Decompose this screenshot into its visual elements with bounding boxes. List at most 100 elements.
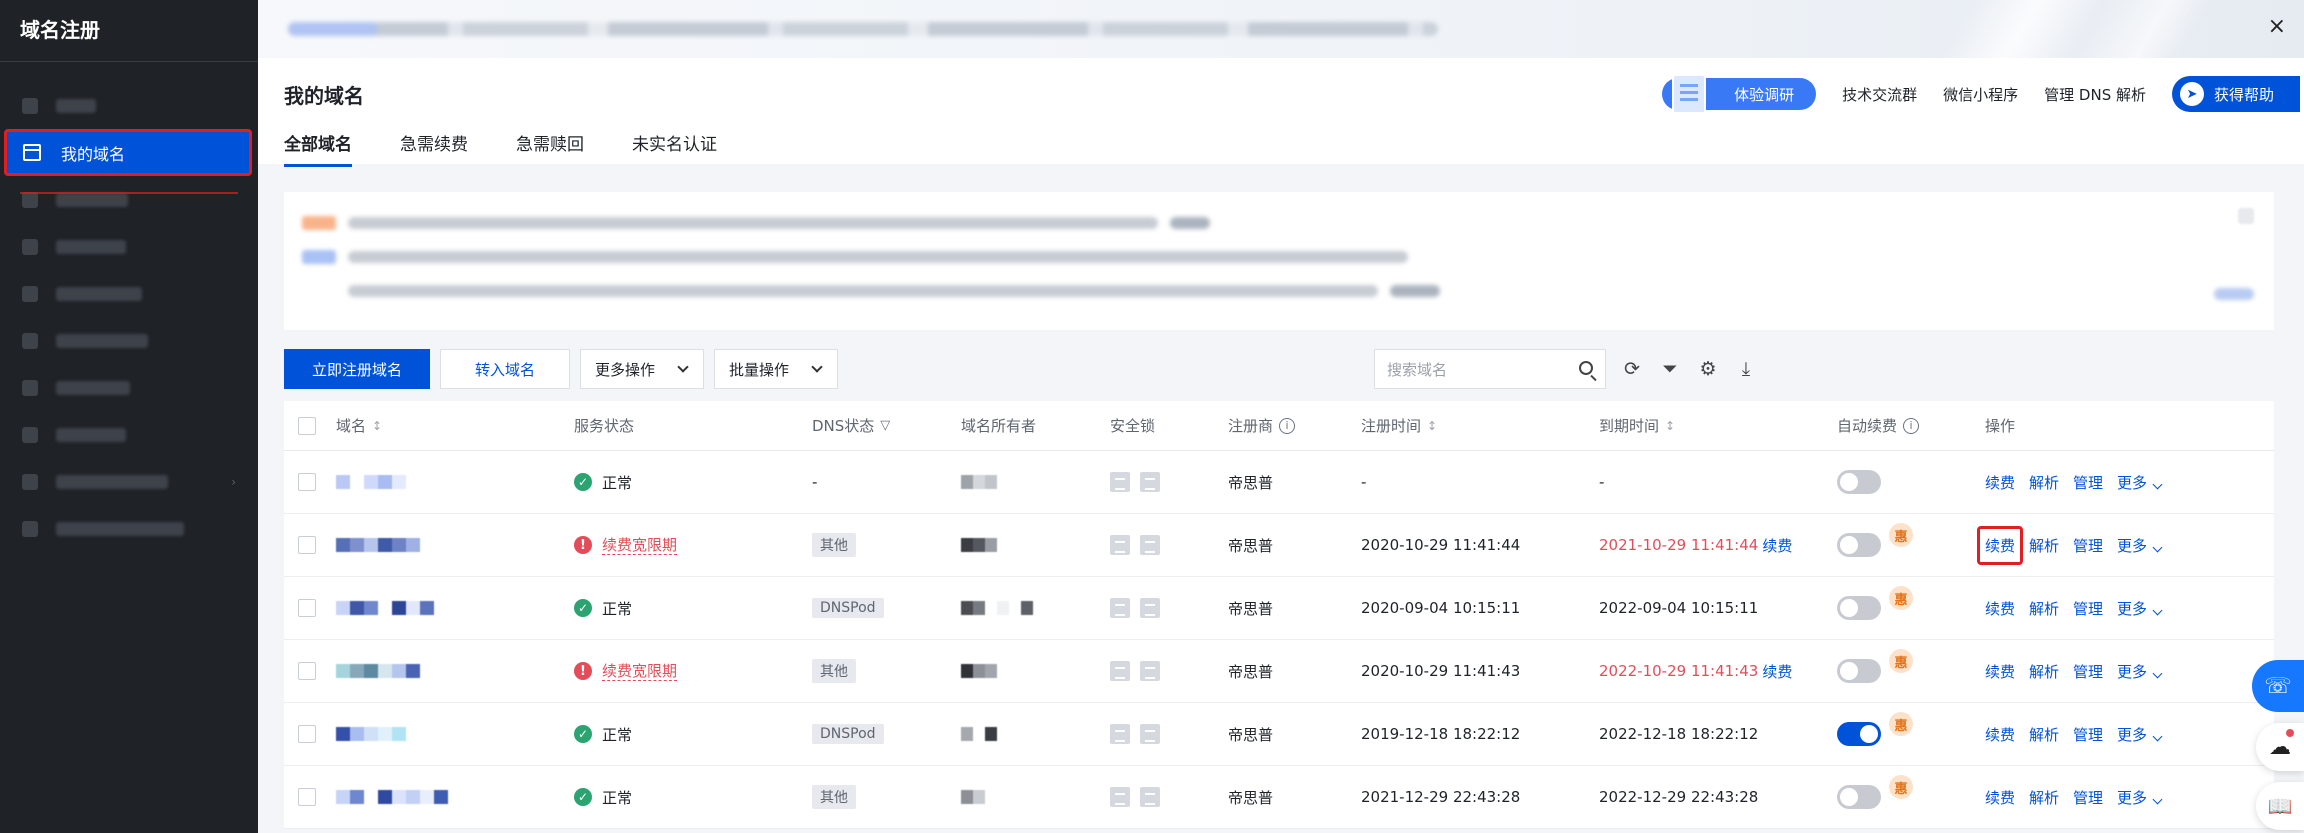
transfer-lock-icon[interactable] [1110, 535, 1130, 555]
manage-action[interactable]: 管理 [2073, 472, 2103, 493]
update-lock-icon[interactable] [1140, 787, 1160, 807]
cloud-notification-icon[interactable]: ☁ [2256, 723, 2304, 771]
notice-close-icon[interactable] [2238, 208, 2254, 224]
more-action[interactable]: 更多 [2117, 535, 2163, 556]
col-reg-time[interactable]: 注册时间 ↕ [1361, 401, 1437, 450]
book-icon[interactable]: 📖 [2256, 782, 2304, 830]
domain-name-redacted[interactable] [336, 790, 448, 804]
resolve-action[interactable]: 解析 [2029, 535, 2059, 556]
notice-more-link[interactable] [2214, 288, 2254, 300]
sidebar-item-blurred[interactable] [0, 317, 258, 364]
row-checkbox[interactable] [298, 599, 316, 617]
row-checkbox[interactable] [298, 725, 316, 743]
more-action[interactable]: 更多 [2117, 661, 2163, 682]
more-action[interactable]: 更多 [2117, 787, 2163, 808]
discount-badge[interactable]: 惠 [1889, 586, 1913, 610]
transfer-lock-icon[interactable] [1110, 787, 1130, 807]
get-help-button[interactable]: ➤ 获得帮助 [2172, 76, 2300, 112]
tab-unverified[interactable]: 未实名认证 [632, 130, 717, 163]
security-lock-icons[interactable] [1110, 787, 1160, 807]
col-dns[interactable]: DNS状态 ▽ [812, 401, 890, 450]
status-text[interactable]: 续费宽限期 [602, 662, 678, 681]
resolve-action[interactable]: 解析 [2029, 661, 2059, 682]
survey-button[interactable]: 体验调研 [1662, 74, 1817, 114]
auto-renew-toggle[interactable] [1837, 722, 1881, 746]
sidebar-item-blurred[interactable] [0, 505, 258, 552]
customer-service-icon[interactable]: ☏ [2252, 660, 2304, 712]
transfer-domain-button[interactable]: 转入域名 [440, 349, 570, 389]
transfer-lock-icon[interactable] [1110, 472, 1130, 492]
manage-action[interactable]: 管理 [2073, 724, 2103, 745]
register-domain-button[interactable]: 立即注册域名 [284, 349, 430, 389]
status-text[interactable]: 续费宽限期 [602, 536, 678, 555]
batch-operations-dropdown[interactable]: 批量操作 [714, 349, 838, 389]
resolve-action[interactable]: 解析 [2029, 598, 2059, 619]
more-action[interactable]: 更多 [2117, 724, 2163, 745]
auto-renew-toggle[interactable] [1837, 533, 1881, 557]
security-lock-icons[interactable] [1110, 472, 1160, 492]
filter-icon[interactable]: ⏷ [1658, 357, 1682, 381]
row-checkbox[interactable] [298, 473, 316, 491]
domain-name-redacted[interactable] [336, 475, 406, 489]
filter-icon[interactable]: ▽ [880, 418, 890, 433]
sidebar-item-blurred[interactable] [0, 223, 258, 270]
update-lock-icon[interactable] [1140, 535, 1160, 555]
row-checkbox[interactable] [298, 788, 316, 806]
update-lock-icon[interactable] [1140, 724, 1160, 744]
transfer-lock-icon[interactable] [1110, 661, 1130, 681]
security-lock-icons[interactable] [1110, 535, 1160, 555]
col-domain[interactable]: 域名 ↕ [336, 401, 382, 450]
renew-action[interactable]: 续费 [1985, 724, 2015, 745]
discount-badge[interactable]: 惠 [1889, 523, 1913, 547]
resolve-action[interactable]: 解析 [2029, 472, 2059, 493]
renew-action[interactable]: 续费 [1985, 787, 2015, 808]
renew-link[interactable]: 续费 [1762, 661, 1792, 682]
download-icon[interactable]: ⤓ [1734, 357, 1758, 381]
manage-action[interactable]: 管理 [2073, 598, 2103, 619]
search-icon[interactable] [1579, 361, 1593, 375]
sidebar-item-blurred[interactable] [0, 364, 258, 411]
sidebar-item-blurred[interactable] [0, 270, 258, 317]
renew-action[interactable]: 续费 [1977, 525, 2024, 565]
update-lock-icon[interactable] [1140, 598, 1160, 618]
sidebar-item-blurred[interactable] [0, 411, 258, 458]
discount-badge[interactable]: 惠 [1889, 712, 1913, 736]
resolve-action[interactable]: 解析 [2029, 724, 2059, 745]
security-lock-icons[interactable] [1110, 598, 1160, 618]
manage-action[interactable]: 管理 [2073, 661, 2103, 682]
auto-renew-toggle[interactable] [1837, 785, 1881, 809]
security-lock-icons[interactable] [1110, 661, 1160, 681]
more-action[interactable]: 更多 [2117, 598, 2163, 619]
sidebar-item-blurred[interactable] [0, 176, 258, 223]
renew-action[interactable]: 续费 [1985, 472, 2015, 493]
resolve-action[interactable]: 解析 [2029, 787, 2059, 808]
info-icon[interactable]: i [1903, 417, 1920, 434]
sidebar-item-my-domains[interactable]: 我的域名 [4, 129, 252, 176]
domain-name-redacted[interactable] [336, 664, 420, 678]
auto-renew-toggle[interactable] [1837, 470, 1881, 494]
security-lock-icons[interactable] [1110, 724, 1160, 744]
tab-urgent-renew[interactable]: 急需续费 [400, 130, 468, 163]
renew-action[interactable]: 续费 [1985, 598, 2015, 619]
sidebar-item-blurred[interactable]: › [0, 458, 258, 505]
auto-renew-toggle[interactable] [1837, 596, 1881, 620]
manage-dns-link[interactable]: 管理 DNS 解析 [2044, 84, 2146, 105]
wechat-miniprogram-link[interactable]: 微信小程序 [1943, 84, 2018, 105]
manage-action[interactable]: 管理 [2073, 787, 2103, 808]
search-input[interactable]: 搜索域名 [1374, 349, 1606, 389]
renew-link[interactable]: 续费 [1762, 535, 1792, 556]
update-lock-icon[interactable] [1140, 472, 1160, 492]
col-exp-time[interactable]: 到期时间 ↕ [1599, 401, 1675, 450]
transfer-lock-icon[interactable] [1110, 724, 1130, 744]
domain-name-redacted[interactable] [336, 538, 420, 552]
row-checkbox[interactable] [298, 662, 316, 680]
select-all-checkbox[interactable] [298, 416, 316, 435]
transfer-lock-icon[interactable] [1110, 598, 1130, 618]
tech-group-link[interactable]: 技术交流群 [1842, 84, 1917, 105]
domain-name-redacted[interactable] [336, 601, 434, 615]
refresh-icon[interactable]: ⟳ [1620, 357, 1644, 381]
row-checkbox[interactable] [298, 536, 316, 554]
tab-urgent-redeem[interactable]: 急需赎回 [516, 130, 584, 163]
manage-action[interactable]: 管理 [2073, 535, 2103, 556]
more-operations-dropdown[interactable]: 更多操作 [580, 349, 704, 389]
